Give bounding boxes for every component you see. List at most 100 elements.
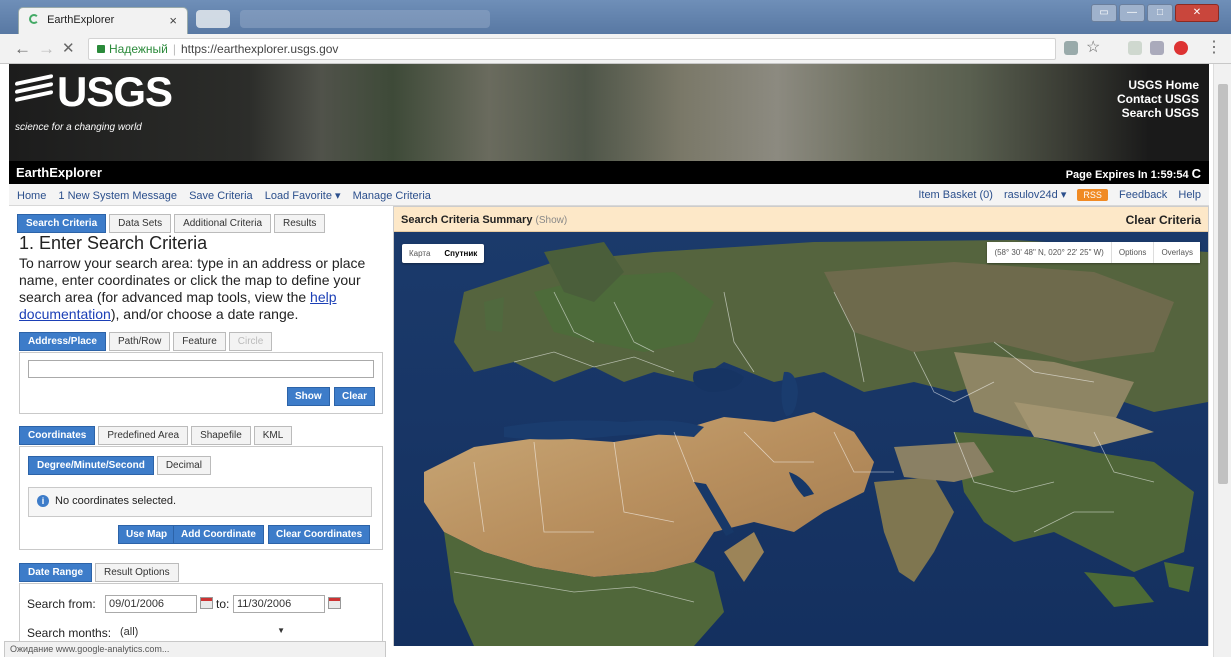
extension-icon[interactable] bbox=[1128, 41, 1142, 55]
menu-load-favorite[interactable]: Load Favorite ▾ bbox=[265, 190, 341, 202]
back-arrow-icon[interactable]: ← bbox=[14, 39, 31, 59]
menu-system-message[interactable]: 1 New System Message bbox=[58, 190, 177, 202]
search-usgs-link[interactable]: Search USGS bbox=[1117, 106, 1199, 120]
coordinate-format-tabs: Degree/Minute/Second Decimal bbox=[28, 456, 211, 475]
location-tabs: Address/Place Path/Row Feature Circle bbox=[19, 332, 273, 351]
contact-usgs-link[interactable]: Contact USGS bbox=[1117, 92, 1199, 106]
blurred-tab-area bbox=[240, 10, 490, 28]
browser-tab-earthexplorer[interactable]: EarthExplorer × bbox=[18, 7, 188, 34]
step-title: 1. Enter Search Criteria bbox=[19, 233, 208, 253]
usgs-logo-text: USGS bbox=[57, 68, 173, 115]
calendar-icon[interactable] bbox=[328, 597, 341, 609]
menu-save-criteria[interactable]: Save Criteria bbox=[189, 190, 253, 202]
browser-toolbar: ← → ✕ Надежный | https://earthexplorer.usg… bbox=[0, 34, 1231, 64]
address-box: Show Clear bbox=[19, 352, 383, 414]
menu-help[interactable]: Help bbox=[1178, 189, 1201, 201]
tab-degree-minute-second[interactable]: Degree/Minute/Second bbox=[28, 456, 154, 475]
loading-favicon-icon bbox=[29, 14, 39, 24]
menu-feedback[interactable]: Feedback bbox=[1119, 189, 1167, 201]
url-text: https://earthexplorer.usgs.gov bbox=[181, 42, 339, 56]
scrollbar-thumb[interactable] bbox=[1218, 84, 1228, 484]
app-title: EarthExplorer bbox=[16, 165, 102, 180]
map-overlays-button[interactable]: Overlays bbox=[1153, 242, 1200, 263]
map-panel: Search Criteria Summary (Show) Clear Cri… bbox=[393, 206, 1209, 646]
url-bar[interactable]: Надежный | https://earthexplorer.usgs.gov bbox=[88, 38, 1056, 60]
coordinate-tabs: Coordinates Predefined Area Shapefile KM… bbox=[19, 426, 293, 445]
usgs-banner: USGS science for a changing world USGS H… bbox=[9, 64, 1209, 161]
menu-item-basket[interactable]: Item Basket (0) bbox=[918, 189, 993, 201]
tab-results[interactable]: Results bbox=[274, 214, 326, 233]
secure-label: Надежный bbox=[109, 42, 168, 56]
window-controls: ▭ — □ ✕ bbox=[1091, 4, 1219, 22]
search-from-label: Search from: bbox=[27, 597, 96, 611]
site-menu-bar: Home 1 New System Message Save Criteria … bbox=[9, 184, 1209, 206]
show-address-button[interactable]: Show bbox=[287, 387, 330, 406]
cursor-coordinate-readout: (58° 30' 48" N, 020° 22' 25" W) bbox=[994, 248, 1104, 257]
usgs-tagline: science for a changing world bbox=[15, 122, 142, 133]
clear-criteria-link[interactable]: Clear Criteria bbox=[1126, 213, 1201, 227]
map-type-map-button[interactable]: Карта bbox=[402, 244, 437, 263]
main-tabs: Search Criteria Data Sets Additional Cri… bbox=[17, 214, 326, 233]
browser-window: EarthExplorer × ▭ — □ ✕ ← → ✕ Надежный | h… bbox=[0, 0, 1231, 657]
tab-kml[interactable]: KML bbox=[253, 426, 293, 445]
tab-feature[interactable]: Feature bbox=[173, 332, 226, 351]
search-months-select[interactable]: (all) ▼ bbox=[117, 623, 289, 641]
browser-status-bar: Ожидание www.google-analytics.com... bbox=[4, 641, 386, 657]
bookmark-star-icon[interactable]: ☆ bbox=[1086, 38, 1100, 58]
rss-icon[interactable]: RSS bbox=[1077, 189, 1108, 201]
clear-address-button[interactable]: Clear bbox=[334, 387, 376, 406]
map-options-button[interactable]: Options bbox=[1110, 242, 1154, 263]
tab-additional-criteria[interactable]: Additional Criteria bbox=[174, 214, 272, 233]
tab-path-row[interactable]: Path/Row bbox=[108, 332, 171, 351]
tab-coordinates[interactable]: Coordinates bbox=[19, 426, 96, 445]
search-to-input[interactable]: 11/30/2006 bbox=[233, 595, 325, 613]
menu-manage-criteria[interactable]: Manage Criteria bbox=[353, 190, 431, 202]
summary-show-link[interactable]: (Show) bbox=[536, 215, 568, 226]
new-tab-button[interactable] bbox=[196, 10, 230, 28]
page-scrollbar[interactable] bbox=[1213, 64, 1231, 657]
tab-shapefile[interactable]: Shapefile bbox=[191, 426, 251, 445]
usgs-home-link[interactable]: USGS Home bbox=[1117, 78, 1199, 92]
browser-menu-icon[interactable]: ⋮ bbox=[1206, 38, 1222, 58]
adblock-extension-icon[interactable] bbox=[1174, 41, 1188, 55]
tab-data-sets[interactable]: Data Sets bbox=[109, 214, 172, 233]
date-tabs: Date Range Result Options bbox=[19, 563, 179, 582]
no-coordinates-notice: i No coordinates selected. bbox=[28, 487, 372, 517]
close-tab-icon[interactable]: × bbox=[169, 13, 177, 28]
calendar-icon[interactable] bbox=[200, 597, 213, 609]
address-input[interactable] bbox=[28, 360, 374, 378]
search-criteria-panel: Search Criteria Data Sets Additional Cri… bbox=[9, 206, 385, 646]
extension-icon[interactable] bbox=[1150, 41, 1164, 55]
satellite-map[interactable]: Карта Спутник (58° 30' 48" N, 020° 22' 2… bbox=[394, 232, 1208, 646]
usgs-top-links: USGS Home Contact USGS Search USGS bbox=[1117, 78, 1199, 120]
menu-home[interactable]: Home bbox=[17, 190, 46, 202]
window-minimize-button[interactable]: — bbox=[1119, 4, 1145, 22]
map-type-satellite-button[interactable]: Спутник bbox=[437, 244, 484, 263]
tab-predefined-area[interactable]: Predefined Area bbox=[98, 426, 189, 445]
tab-date-range[interactable]: Date Range bbox=[19, 563, 93, 582]
menu-user[interactable]: rasulov24d ▾ bbox=[1004, 189, 1066, 201]
add-coordinate-button[interactable]: Add Coordinate bbox=[173, 525, 264, 544]
translate-icon[interactable] bbox=[1064, 41, 1078, 55]
forward-arrow-icon[interactable]: → bbox=[38, 39, 55, 59]
map-controls: (58° 30' 48" N, 020° 22' 25" W) Options … bbox=[987, 242, 1200, 263]
window-close-button[interactable]: ✕ bbox=[1175, 4, 1219, 22]
browser-tab-strip: EarthExplorer × ▭ — □ ✕ bbox=[0, 0, 1231, 34]
info-icon: i bbox=[37, 495, 49, 507]
tab-result-options[interactable]: Result Options bbox=[95, 563, 179, 582]
app-title-bar: EarthExplorer Page Expires In 1:59:54 C bbox=[9, 161, 1209, 184]
use-map-button[interactable]: Use Map bbox=[118, 525, 176, 544]
search-months-label: Search months: bbox=[27, 626, 112, 640]
search-criteria-summary-bar: Search Criteria Summary (Show) Clear Cri… bbox=[394, 207, 1208, 232]
search-from-input[interactable]: 09/01/2006 bbox=[105, 595, 197, 613]
window-maximize-button[interactable]: □ bbox=[1147, 4, 1173, 22]
stop-loading-icon[interactable]: ✕ bbox=[62, 39, 75, 59]
clear-coordinates-button[interactable]: Clear Coordinates bbox=[268, 525, 371, 544]
tab-decimal[interactable]: Decimal bbox=[156, 456, 211, 475]
refresh-icon[interactable]: C bbox=[1192, 166, 1201, 181]
coordinates-box: Degree/Minute/Second Decimal i No coordin… bbox=[19, 446, 383, 550]
tab-address-place[interactable]: Address/Place bbox=[19, 332, 106, 351]
tab-circle: Circle bbox=[228, 332, 273, 351]
window-restore-icon[interactable]: ▭ bbox=[1091, 4, 1117, 22]
tab-search-criteria[interactable]: Search Criteria bbox=[17, 214, 107, 233]
